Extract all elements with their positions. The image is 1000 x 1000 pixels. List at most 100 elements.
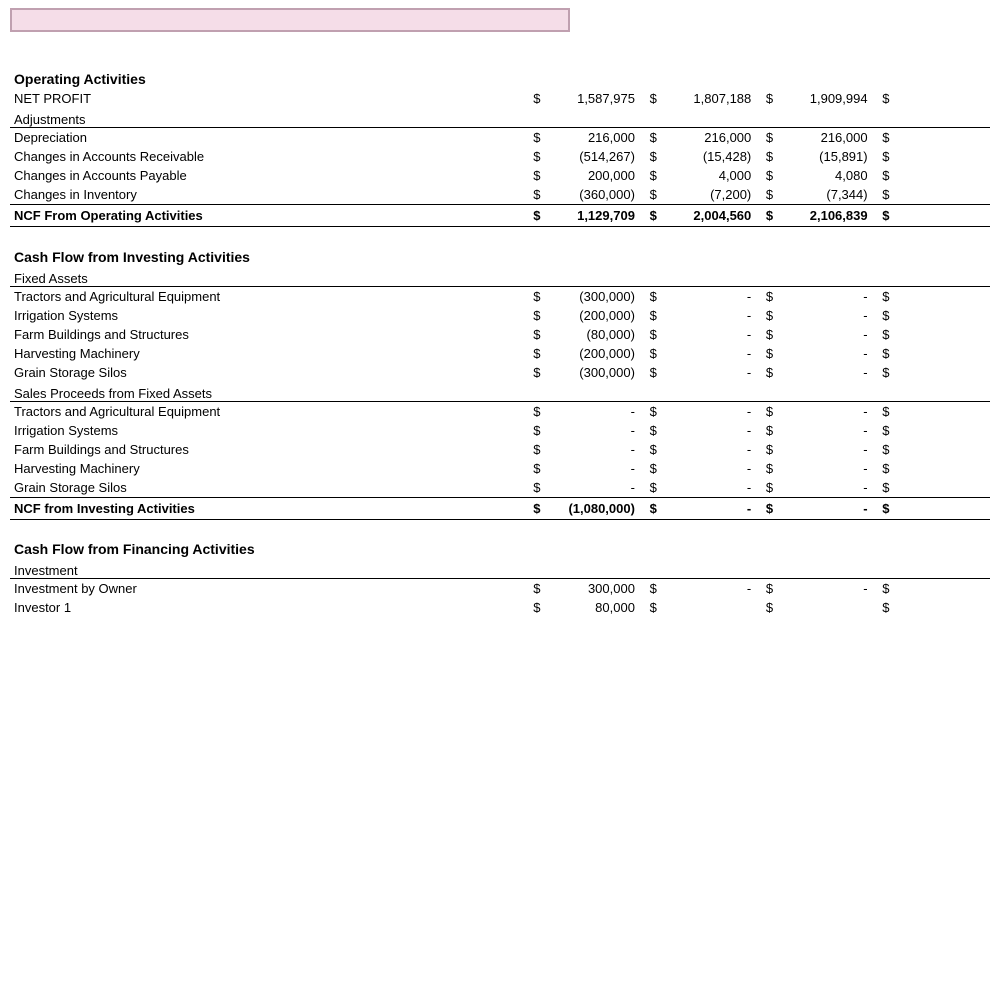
sub-header-label: Adjustments bbox=[10, 112, 990, 128]
col4-value bbox=[891, 306, 990, 325]
sub-header-label: Fixed Assets bbox=[10, 271, 990, 287]
statement-table: Operating ActivitiesNET PROFIT $1,587,975… bbox=[10, 57, 990, 617]
col1-value: (200,000) bbox=[543, 344, 641, 363]
col3-value: - bbox=[775, 497, 873, 519]
row-label: NET PROFIT bbox=[10, 89, 525, 108]
col3-value bbox=[775, 598, 873, 617]
col2-dollar: $ bbox=[641, 128, 659, 148]
col3-dollar: $ bbox=[757, 286, 775, 306]
row-label: Changes in Accounts Payable bbox=[10, 166, 525, 185]
col2-dollar: $ bbox=[641, 440, 659, 459]
col3-dollar: $ bbox=[757, 205, 775, 227]
section-header-label: Operating Activities bbox=[10, 57, 990, 89]
col3-value: 4,080 bbox=[775, 166, 873, 185]
col1-value: 1,129,709 bbox=[543, 205, 641, 227]
page: Operating ActivitiesNET PROFIT $1,587,975… bbox=[0, 0, 1000, 625]
col4-value bbox=[891, 185, 990, 205]
col3-value: - bbox=[775, 344, 873, 363]
col4-dollar: $ bbox=[874, 363, 892, 382]
col4-dollar: $ bbox=[874, 401, 892, 421]
col4-value bbox=[891, 325, 990, 344]
sub-header-row: Fixed Assets bbox=[10, 271, 990, 287]
row-label: Irrigation Systems bbox=[10, 306, 525, 325]
col2-dollar: $ bbox=[641, 344, 659, 363]
col4-dollar: $ bbox=[874, 478, 892, 498]
col1-value: (200,000) bbox=[543, 306, 641, 325]
col1-value: - bbox=[543, 459, 641, 478]
col3-value: (7,344) bbox=[775, 185, 873, 205]
total-row-label: NCF from Investing Activities bbox=[10, 497, 525, 519]
col2-dollar: $ bbox=[641, 89, 659, 108]
sub-header-label: Sales Proceeds from Fixed Assets bbox=[10, 386, 990, 402]
row-label: Grain Storage Silos bbox=[10, 478, 525, 498]
col2-value: - bbox=[659, 286, 757, 306]
col4-dollar: $ bbox=[874, 286, 892, 306]
sub-header-row: Adjustments bbox=[10, 112, 990, 128]
col4-value bbox=[891, 579, 990, 599]
section-header-row: Cash Flow from Investing Activities bbox=[10, 235, 990, 267]
col2-dollar: $ bbox=[641, 325, 659, 344]
col4-value bbox=[891, 89, 990, 108]
sub-header-row: Investment bbox=[10, 563, 990, 579]
col3-dollar: $ bbox=[757, 598, 775, 617]
section-header-label: Cash Flow from Financing Activities bbox=[10, 527, 990, 559]
col3-dollar: $ bbox=[757, 89, 775, 108]
col2-dollar: $ bbox=[641, 147, 659, 166]
data-row: Farm Buildings and Structures$(80,000)$-… bbox=[10, 325, 990, 344]
col1-dollar: $ bbox=[525, 344, 543, 363]
col3-value: - bbox=[775, 286, 873, 306]
col3-dollar: $ bbox=[757, 128, 775, 148]
col2-value: 216,000 bbox=[659, 128, 757, 148]
col2-value: - bbox=[659, 325, 757, 344]
col2-value: - bbox=[659, 497, 757, 519]
col3-dollar: $ bbox=[757, 325, 775, 344]
col4-dollar: $ bbox=[874, 306, 892, 325]
data-row: Grain Storage Silos$-$-$-$ bbox=[10, 478, 990, 498]
total-row: NCF from Investing Activities$(1,080,000… bbox=[10, 497, 990, 519]
col1-value: - bbox=[543, 440, 641, 459]
col2-dollar: $ bbox=[641, 306, 659, 325]
col1-dollar: $ bbox=[525, 128, 543, 148]
data-row: Harvesting Machinery$(200,000)$-$-$ bbox=[10, 344, 990, 363]
row-label: Grain Storage Silos bbox=[10, 363, 525, 382]
col2-dollar: $ bbox=[641, 286, 659, 306]
row-label: Changes in Accounts Receivable bbox=[10, 147, 525, 166]
col2-dollar: $ bbox=[641, 166, 659, 185]
col3-value: - bbox=[775, 459, 873, 478]
col2-value: - bbox=[659, 478, 757, 498]
col1-dollar: $ bbox=[525, 325, 543, 344]
col4-dollar: $ bbox=[874, 325, 892, 344]
col2-value bbox=[659, 598, 757, 617]
col2-dollar: $ bbox=[641, 401, 659, 421]
col2-dollar: $ bbox=[641, 459, 659, 478]
col1-value: 1,587,975 bbox=[543, 89, 641, 108]
total-row-label: NCF From Operating Activities bbox=[10, 205, 525, 227]
row-label: Harvesting Machinery bbox=[10, 459, 525, 478]
col4-dollar: $ bbox=[874, 344, 892, 363]
col1-dollar: $ bbox=[525, 185, 543, 205]
col3-dollar: $ bbox=[757, 185, 775, 205]
col1-value: (80,000) bbox=[543, 325, 641, 344]
col3-value: - bbox=[775, 401, 873, 421]
col4-value bbox=[891, 401, 990, 421]
col3-value: (15,891) bbox=[775, 147, 873, 166]
col4-dollar: $ bbox=[874, 205, 892, 227]
col2-dollar: $ bbox=[641, 205, 659, 227]
col1-value: (1,080,000) bbox=[543, 497, 641, 519]
col1-dollar: $ bbox=[525, 205, 543, 227]
col4-value bbox=[891, 166, 990, 185]
col4-value bbox=[891, 459, 990, 478]
section-header-row: Operating Activities bbox=[10, 57, 990, 89]
sub-header-label: Investment bbox=[10, 563, 990, 579]
col1-dollar: $ bbox=[525, 363, 543, 382]
col2-value: - bbox=[659, 440, 757, 459]
col4-value bbox=[891, 598, 990, 617]
data-row: Irrigation Systems$(200,000)$-$-$ bbox=[10, 306, 990, 325]
data-row: Changes in Accounts Payable$200,000$4,00… bbox=[10, 166, 990, 185]
col4-value bbox=[891, 421, 990, 440]
col1-dollar: $ bbox=[525, 286, 543, 306]
row-label: Investment by Owner bbox=[10, 579, 525, 599]
row-label: Farm Buildings and Structures bbox=[10, 325, 525, 344]
col4-dollar: $ bbox=[874, 579, 892, 599]
col4-dollar: $ bbox=[874, 147, 892, 166]
